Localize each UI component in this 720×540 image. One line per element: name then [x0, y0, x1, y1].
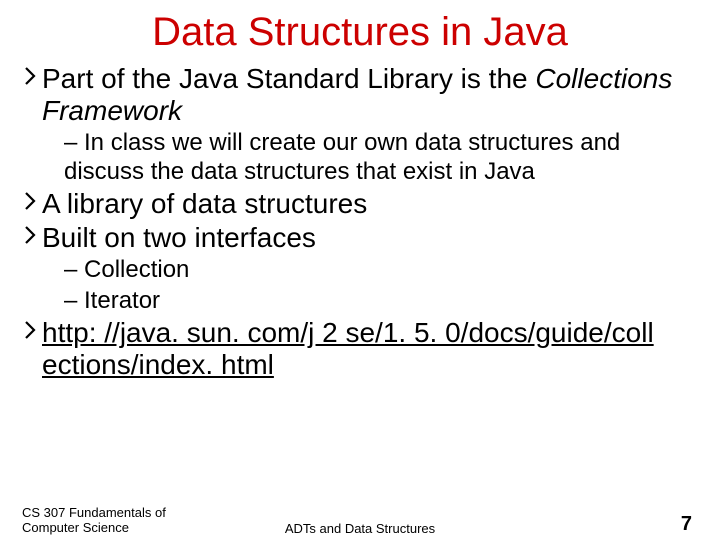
bullet-2-text: A library of data structures	[42, 188, 696, 220]
bullet-3-text: Built on two interfaces	[42, 222, 696, 254]
bullet-icon	[24, 222, 36, 244]
footer-center: ADTs and Data Structures	[0, 521, 720, 536]
bullet-1-plain: Part of the Java Standard Library is the	[42, 63, 535, 94]
bullet-1-sub-1: – In class we will create our own data s…	[64, 129, 696, 186]
bullet-icon	[24, 63, 36, 85]
bullet-3: Built on two interfaces	[24, 222, 696, 254]
bullet-1: Part of the Java Standard Library is the…	[24, 63, 696, 127]
slide: Data Structures in Java Part of the Java…	[0, 10, 720, 540]
reference-link[interactable]: http: //java. sun. com/j 2 se/1. 5. 0/do…	[42, 317, 654, 380]
bullet-3-sub-1: – Collection	[64, 256, 696, 284]
bullet-1-text: Part of the Java Standard Library is the…	[42, 63, 696, 127]
slide-content: Part of the Java Standard Library is the…	[0, 63, 720, 381]
bullet-icon	[24, 188, 36, 210]
page-number: 7	[681, 513, 692, 536]
slide-title: Data Structures in Java	[0, 10, 720, 55]
bullet-2: A library of data structures	[24, 188, 696, 220]
bullet-3-sub-2: – Iterator	[64, 287, 696, 315]
bullet-icon	[24, 317, 36, 339]
bullet-4: http: //java. sun. com/j 2 se/1. 5. 0/do…	[24, 317, 696, 381]
bullet-4-text: http: //java. sun. com/j 2 se/1. 5. 0/do…	[42, 317, 696, 381]
